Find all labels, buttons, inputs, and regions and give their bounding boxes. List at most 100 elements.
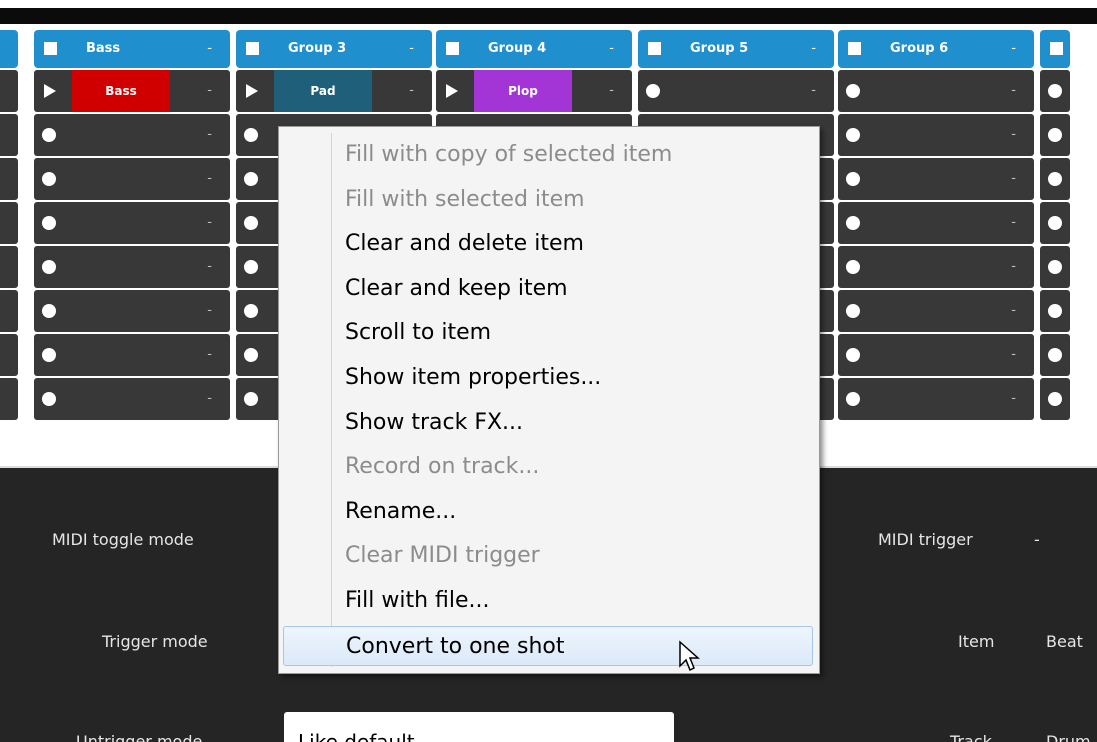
clip-slot[interactable]: - — [34, 334, 230, 376]
group-menu-dash[interactable]: - — [811, 30, 816, 68]
slot-menu-dash[interactable]: - — [1011, 114, 1016, 156]
record-dot-icon[interactable] — [42, 304, 56, 318]
record-dot-icon[interactable] — [846, 172, 860, 186]
clip-slot[interactable]: - — [838, 246, 1034, 288]
context-menu-item[interactable]: Fill with copy of selected item — [279, 135, 819, 175]
slot-menu-dash[interactable]: - — [1011, 158, 1016, 200]
record-dot-icon[interactable] — [42, 392, 56, 406]
clip-slot[interactable]: - — [838, 378, 1034, 420]
record-dot-icon[interactable] — [846, 216, 860, 230]
record-dot-icon[interactable] — [646, 84, 660, 98]
record-dot-icon[interactable] — [846, 348, 860, 362]
group-header[interactable]: Group 6 - — [838, 30, 1034, 68]
record-dot-icon[interactable] — [42, 348, 56, 362]
group-menu-dash[interactable]: - — [207, 30, 212, 68]
record-dot-icon[interactable] — [1048, 216, 1062, 230]
clip-slot[interactable]: - — [838, 202, 1034, 244]
play-icon[interactable] — [446, 84, 458, 98]
clip-item[interactable]: Plop — [474, 70, 572, 112]
slot-menu-dash[interactable]: - — [207, 378, 212, 420]
context-menu-item[interactable]: Show item properties... — [279, 358, 819, 398]
clip-slot[interactable] — [1040, 114, 1070, 156]
context-menu-item[interactable]: Record on track... — [279, 447, 819, 487]
record-dot-icon[interactable] — [42, 260, 56, 274]
record-dot-icon[interactable] — [244, 348, 258, 362]
slot-menu-dash[interactable]: - — [811, 70, 816, 112]
context-menu-item[interactable]: Scroll to item — [279, 313, 819, 353]
slot-menu-dash[interactable]: - — [207, 202, 212, 244]
slot-menu-dash[interactable]: - — [1011, 290, 1016, 332]
slot-menu-dash[interactable]: - — [1011, 378, 1016, 420]
play-icon[interactable] — [44, 84, 56, 98]
untrigger-mode-dropdown[interactable]: Like default — [284, 712, 674, 742]
group-menu-dash[interactable]: - — [1011, 30, 1016, 68]
record-dot-icon[interactable] — [244, 392, 258, 406]
record-dot-icon[interactable] — [1048, 84, 1062, 98]
group-enable-checkbox[interactable] — [848, 42, 861, 55]
group-enable-checkbox[interactable] — [446, 42, 459, 55]
clip-item[interactable]: Pad — [274, 70, 372, 112]
clip-slot[interactable] — [1040, 290, 1070, 332]
slot-menu-dash[interactable]: - — [1011, 334, 1016, 376]
group-enable-checkbox[interactable] — [1050, 42, 1063, 55]
group-header[interactable]: Bass - — [34, 30, 230, 68]
group-enable-checkbox[interactable] — [246, 42, 259, 55]
item-value[interactable]: Beat — [1046, 632, 1083, 651]
record-dot-icon[interactable] — [42, 216, 56, 230]
play-icon[interactable] — [246, 84, 258, 98]
slot-menu-dash[interactable]: - — [1011, 246, 1016, 288]
clip-slot[interactable] — [1040, 70, 1070, 112]
record-dot-icon[interactable] — [1048, 172, 1062, 186]
track-value[interactable]: Drum — [1046, 732, 1091, 742]
clip-slot[interactable]: - — [838, 334, 1034, 376]
clip-slot[interactable]: - — [34, 290, 230, 332]
group-header[interactable]: G — [1040, 30, 1070, 68]
record-dot-icon[interactable] — [42, 128, 56, 142]
record-dot-icon[interactable] — [846, 392, 860, 406]
clip-slot[interactable]: - — [34, 378, 230, 420]
record-dot-icon[interactable] — [846, 84, 860, 98]
clip-slot[interactable] — [1040, 158, 1070, 200]
clip-slot[interactable] — [1040, 202, 1070, 244]
slot-menu-dash[interactable]: - — [207, 70, 212, 112]
slot-menu-dash[interactable]: - — [207, 158, 212, 200]
clip-slot[interactable]: Plop - — [436, 70, 632, 112]
clip-slot[interactable]: - — [838, 290, 1034, 332]
slot-menu-dash[interactable]: - — [207, 114, 212, 156]
clip-slot[interactable]: - — [838, 114, 1034, 156]
record-dot-icon[interactable] — [846, 304, 860, 318]
clip-slot[interactable]: - — [34, 158, 230, 200]
slot-menu-dash[interactable]: - — [207, 290, 212, 332]
context-menu-item[interactable]: Fill with file... — [279, 581, 819, 621]
context-menu-item[interactable]: Clear MIDI trigger — [279, 536, 819, 576]
clip-slot[interactable]: - — [638, 70, 834, 112]
record-dot-icon[interactable] — [244, 172, 258, 186]
context-menu-item[interactable]: Rename... — [279, 492, 819, 532]
context-menu-item[interactable]: Convert to one shot — [283, 625, 813, 666]
slot-menu-dash[interactable]: - — [1011, 70, 1016, 112]
clip-slot[interactable] — [1040, 378, 1070, 420]
record-dot-icon[interactable] — [244, 260, 258, 274]
record-dot-icon[interactable] — [1048, 392, 1062, 406]
group-menu-dash[interactable]: - — [609, 30, 614, 68]
group-header[interactable]: Group 3 - — [236, 30, 432, 68]
group-header[interactable]: Group 4 - — [436, 30, 632, 68]
clip-slot[interactable]: - — [838, 70, 1034, 112]
clip-slot[interactable]: - — [34, 202, 230, 244]
record-dot-icon[interactable] — [1048, 304, 1062, 318]
clip-slot[interactable]: Bass - — [34, 70, 230, 112]
clip-item[interactable]: Bass — [72, 70, 170, 112]
clip-slot[interactable] — [1040, 246, 1070, 288]
clip-slot[interactable]: - — [34, 246, 230, 288]
slot-menu-dash[interactable]: - — [409, 70, 414, 112]
clip-slot[interactable]: - — [838, 158, 1034, 200]
record-dot-icon[interactable] — [846, 260, 860, 274]
record-dot-icon[interactable] — [42, 172, 56, 186]
record-dot-icon[interactable] — [1048, 128, 1062, 142]
slot-menu-dash[interactable]: - — [207, 334, 212, 376]
context-menu-item[interactable]: Clear and delete item — [279, 224, 819, 264]
clip-slot[interactable]: - — [34, 114, 230, 156]
midi-trigger-value[interactable]: - — [1034, 530, 1040, 549]
group-menu-dash[interactable]: - — [409, 30, 414, 68]
slot-menu-dash[interactable]: - — [1011, 202, 1016, 244]
